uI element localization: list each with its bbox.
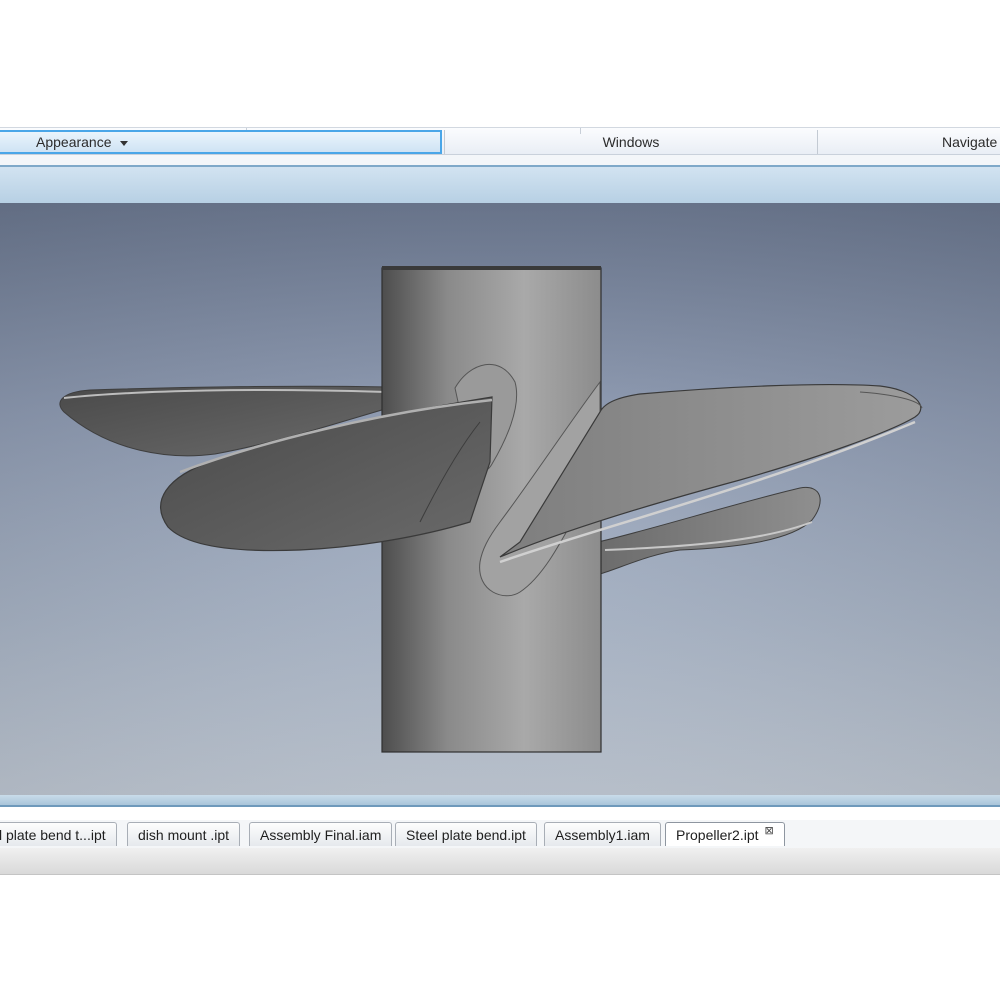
windows-panel-label: Windows [602,134,660,150]
tab-steel-plate-bend-truncated[interactable]: l plate bend t...ipt [0,822,117,846]
document-tab-strip: l plate bend t...ipt dish mount .ipt Ass… [0,820,1000,849]
tab-label: l plate bend t...ipt [0,826,106,843]
navigate-panel-button[interactable]: Navigate [819,130,1000,154]
model-viewport[interactable] [0,203,1000,795]
tab-propeller2[interactable]: Propeller2.ipt ⊠ [665,822,785,846]
status-bar [0,848,1000,875]
tab-steel-plate-bend[interactable]: Steel plate bend.ipt [395,822,537,846]
propeller-model-icon[interactable] [0,203,1000,795]
tab-label: Assembly Final.iam [260,826,382,843]
tab-label: Steel plate bend.ipt [406,826,526,843]
graphics-window [0,165,1000,807]
appearance-panel-label: Appearance [36,134,112,150]
graphics-window-titlebar [0,167,1000,203]
tab-dish-mount[interactable]: dish mount .ipt [127,822,241,846]
close-icon[interactable]: ⊠ [765,824,774,837]
graphics-window-bottom-border [0,795,1000,807]
ribbon-panel-bar: Appearance Windows Navigate [0,127,1000,155]
tab-assembly1[interactable]: Assembly1.iam [544,822,661,846]
hub-top-edge [382,266,601,270]
tab-label: Assembly1.iam [555,826,650,843]
appearance-panel-button[interactable]: Appearance [0,130,442,154]
tab-label: dish mount .ipt [138,826,230,843]
ribbon-sub-strip [0,155,1000,165]
chevron-down-icon[interactable] [119,140,128,146]
navigate-panel-label: Navigate [942,134,998,150]
tab-assembly-final[interactable]: Assembly Final.iam [249,822,393,846]
tab-label: Propeller2.ipt [676,826,759,843]
windows-panel-button[interactable]: Windows [444,130,818,154]
